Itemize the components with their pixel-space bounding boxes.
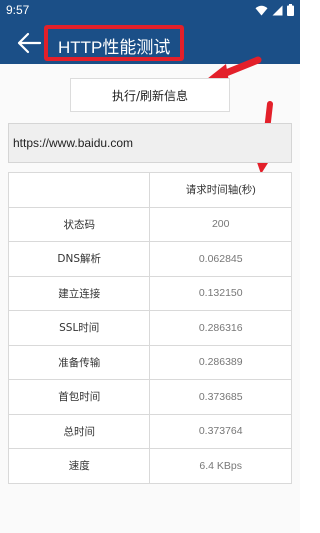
table-row: 准备传输 0.286389 — [7, 344, 292, 380]
table-header-cell — [7, 172, 151, 208]
status-icons — [255, 4, 294, 16]
row-label: 首包时间 — [7, 379, 151, 415]
result-table: 请求时间轴(秒) 状态码 200 DNS解析 0.062845 建立连接 0.1… — [7, 172, 292, 484]
row-label: 速度 — [7, 448, 151, 484]
row-label: DNS解析 — [7, 241, 151, 277]
page: 9:57 HTTP性能测试 执行/刷新信息 https://www.baidu.… — [0, 0, 300, 533]
row-value: 6.4 KBps — [149, 448, 292, 484]
row-value: 0.132150 — [149, 275, 292, 311]
battery-icon — [287, 4, 294, 16]
url-input[interactable]: https://www.baidu.com — [8, 123, 292, 163]
status-bar: 9:57 — [0, 0, 300, 22]
table-header-cell: 请求时间轴(秒) — [149, 172, 292, 208]
status-time: 9:57 — [6, 3, 30, 17]
back-arrow-icon[interactable] — [16, 31, 42, 55]
table-row: SSL时间 0.286316 — [7, 310, 292, 346]
table-row: 状态码 200 — [7, 206, 292, 242]
table-row: 建立连接 0.132150 — [7, 275, 292, 311]
row-value: 200 — [149, 206, 292, 242]
row-label: SSL时间 — [7, 310, 151, 346]
table-row: 首包时间 0.373685 — [7, 379, 292, 415]
execute-refresh-button[interactable]: 执行/刷新信息 — [70, 78, 230, 112]
wifi-icon — [255, 5, 268, 15]
row-value: 0.062845 — [149, 241, 292, 277]
table-row: DNS解析 0.062845 — [7, 241, 292, 277]
row-value: 0.286389 — [149, 344, 292, 380]
row-value: 0.373685 — [149, 379, 292, 415]
row-label: 总时间 — [7, 413, 151, 449]
signal-icon — [272, 5, 283, 15]
row-value: 0.286316 — [149, 310, 292, 346]
row-label: 准备传输 — [7, 344, 151, 380]
table-row: 速度 6.4 KBps — [7, 448, 292, 484]
table-header-row: 请求时间轴(秒) — [7, 172, 292, 208]
page-title: HTTP性能测试 — [58, 38, 171, 57]
row-label: 状态码 — [7, 206, 151, 242]
table-row: 总时间 0.373764 — [7, 413, 292, 449]
row-label: 建立连接 — [7, 275, 151, 311]
row-value: 0.373764 — [149, 413, 292, 449]
